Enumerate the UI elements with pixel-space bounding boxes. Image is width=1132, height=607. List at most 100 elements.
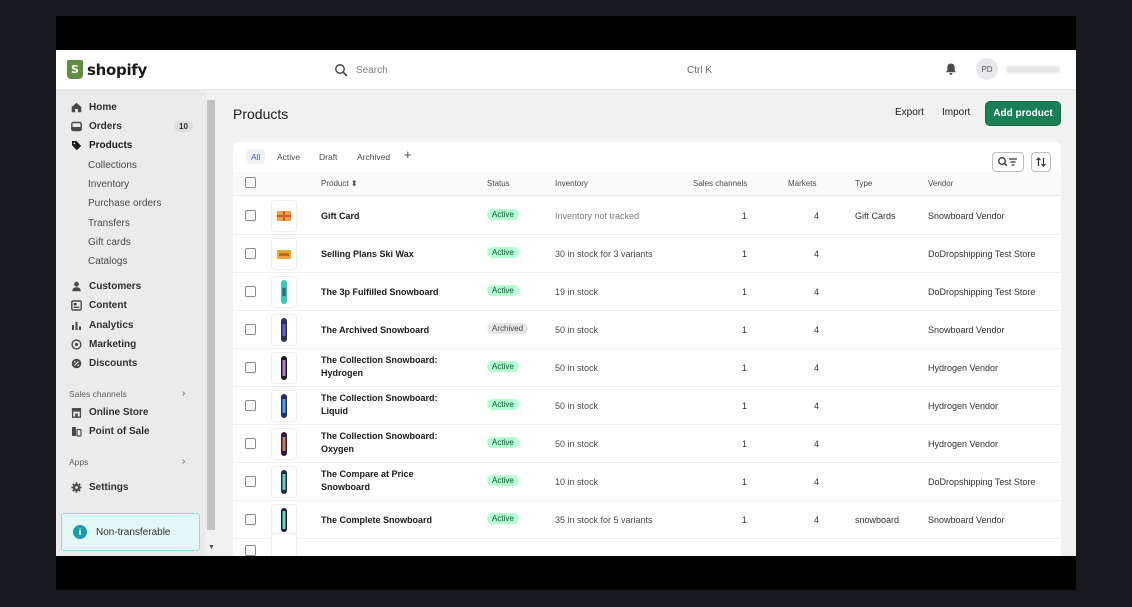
inventory-value: 50 in stock (555, 401, 599, 411)
search-bar[interactable]: Search Ctrl K (328, 58, 720, 82)
sidebar: Home Orders 10 Products Collections Inve… (56, 90, 206, 556)
user-name-blurred[interactable] (1006, 66, 1060, 73)
letterbox-top (56, 16, 1076, 50)
product-name[interactable]: Gift Card (321, 210, 451, 223)
table-row[interactable]: The Compare at Price Snowboard Active 10… (233, 463, 1061, 501)
table-row[interactable]: The Collection Snowboard: Hydrogen Activ… (233, 349, 1061, 387)
product-name[interactable]: The Collection Snowboard: Liquid (321, 392, 451, 418)
sidebar-item-online-store[interactable]: Online Store (56, 403, 202, 422)
chevron-right-icon[interactable]: › (182, 388, 185, 399)
inventory-value: 19 in stock (555, 287, 599, 297)
table-row[interactable]: The Archived Snowboard Archived 50 in st… (233, 311, 1061, 349)
sidebar-item-label: Home (89, 102, 117, 113)
type-value: Gift Cards (855, 211, 896, 221)
row-checkbox[interactable] (245, 476, 256, 487)
product-name[interactable]: The 3p Fulfilled Snowboard (321, 286, 451, 299)
row-checkbox[interactable] (245, 286, 256, 297)
row-checkbox[interactable] (245, 545, 256, 556)
type-value: snowboard (855, 515, 900, 525)
status-badge: Active (487, 513, 519, 524)
status-badge: Active (487, 361, 519, 372)
sidebar-subitem-purchase-orders[interactable]: Purchase orders (88, 194, 161, 213)
select-all-checkbox[interactable] (245, 177, 256, 188)
sidebar-item-discounts[interactable]: Discounts (56, 354, 202, 373)
snowboard-image (281, 470, 287, 494)
sales-channels-value: 1 (741, 515, 747, 525)
sort-arrows-icon (1036, 157, 1046, 167)
product-name[interactable]: The Complete Snowboard (321, 514, 451, 527)
sidebar-item-products[interactable]: Products (56, 136, 202, 155)
avatar[interactable]: PD (976, 58, 998, 80)
column-type-header: Type (855, 179, 873, 188)
table-row[interactable]: The 3p Fulfilled Snowboard Active 19 in … (233, 273, 1061, 311)
sidebar-item-label: Online Store (89, 407, 149, 418)
row-checkbox[interactable] (245, 324, 256, 335)
add-view-plus-icon[interactable]: + (404, 147, 412, 162)
product-name[interactable]: The Collection Snowboard: Oxygen (321, 430, 451, 456)
column-product-header[interactable]: Product ⬍ (321, 179, 358, 188)
sort-button[interactable] (1031, 152, 1051, 172)
sidebar-subitem-collections[interactable]: Collections (88, 156, 137, 175)
add-product-button[interactable]: Add product (985, 101, 1061, 126)
sidebar-subitem-transfers[interactable]: Transfers (88, 214, 130, 233)
shopify-logo[interactable]: shopify (67, 60, 147, 79)
row-checkbox[interactable] (245, 400, 256, 411)
chevron-right-icon[interactable]: › (182, 456, 185, 467)
product-name[interactable]: Selling Plans Ski Wax (321, 248, 451, 261)
sidebar-item-marketing[interactable]: Marketing (56, 335, 202, 354)
table-row[interactable]: Selling Plans Ski Wax Active 30 in stock… (233, 235, 1061, 273)
snowboard-image (281, 356, 287, 380)
bar-chart-icon (70, 320, 82, 332)
sidebar-item-settings[interactable]: Settings (56, 478, 202, 497)
sidebar-subitem-gift-cards[interactable]: Gift cards (88, 233, 131, 252)
tab-active[interactable]: Active (272, 149, 305, 164)
product-name[interactable]: The Compare at Price Snowboard (321, 468, 451, 494)
tab-archived[interactable]: Archived (352, 149, 395, 164)
sidebar-item-home[interactable]: Home (56, 98, 202, 117)
table-row-partial[interactable] (233, 533, 1061, 556)
markets-value: 4 (813, 401, 819, 411)
status-badge: Active (487, 399, 519, 410)
column-markets-header: Markets (788, 179, 817, 188)
tab-draft[interactable]: Draft (314, 149, 342, 164)
row-checkbox[interactable] (245, 210, 256, 221)
tab-all[interactable]: All (246, 149, 266, 164)
row-checkbox[interactable] (245, 514, 256, 525)
product-thumbnail (271, 466, 297, 498)
import-button[interactable]: Import (942, 107, 970, 118)
page-title: Products (233, 106, 289, 122)
sidebar-item-label: Content (89, 300, 127, 311)
table-row[interactable]: The Collection Snowboard: Liquid Active … (233, 387, 1061, 425)
row-checkbox[interactable] (245, 248, 256, 259)
search-filter-button[interactable] (992, 152, 1024, 172)
vendor-value: Snowboard Vendor (928, 515, 1005, 525)
table-row[interactable]: Gift Card Active Inventory not tracked 1… (233, 197, 1061, 235)
person-icon (70, 281, 82, 293)
product-name[interactable]: The Collection Snowboard: Hydrogen (321, 354, 451, 380)
product-thumbnail (271, 504, 297, 536)
sidebar-item-orders[interactable]: Orders 10 (56, 117, 202, 136)
sales-channels-value: 1 (741, 401, 747, 411)
vendor-value: Snowboard Vendor (928, 211, 1005, 221)
export-button[interactable]: Export (895, 107, 924, 118)
sidebar-subitem-catalogs[interactable]: Catalogs (88, 252, 127, 271)
row-checkbox[interactable] (245, 362, 256, 373)
sidebar-scrollbar-thumb[interactable] (207, 100, 215, 530)
sidebar-item-analytics[interactable]: Analytics (56, 316, 202, 335)
inventory-value: 50 in stock (555, 363, 599, 373)
sidebar-item-content[interactable]: Content (56, 296, 202, 315)
table-row[interactable]: The Complete Snowboard Active 35 in stoc… (233, 501, 1061, 539)
sidebar-subitem-inventory[interactable]: Inventory (88, 175, 129, 194)
sales-channels-value: 1 (741, 287, 747, 297)
status-badge: Active (487, 475, 519, 486)
table-row[interactable]: The Collection Snowboard: Oxygen Active … (233, 425, 1061, 463)
sidebar-item-point-of-sale[interactable]: Point of Sale (56, 422, 202, 441)
gear-icon (70, 482, 82, 494)
scroll-down-arrow-icon[interactable]: ▼ (208, 544, 215, 551)
discount-icon (70, 358, 82, 370)
notification-bell-icon[interactable] (944, 62, 958, 76)
row-checkbox[interactable] (245, 438, 256, 449)
pos-icon (70, 426, 82, 438)
sidebar-item-customers[interactable]: Customers (56, 277, 202, 296)
product-name[interactable]: The Archived Snowboard (321, 324, 451, 337)
